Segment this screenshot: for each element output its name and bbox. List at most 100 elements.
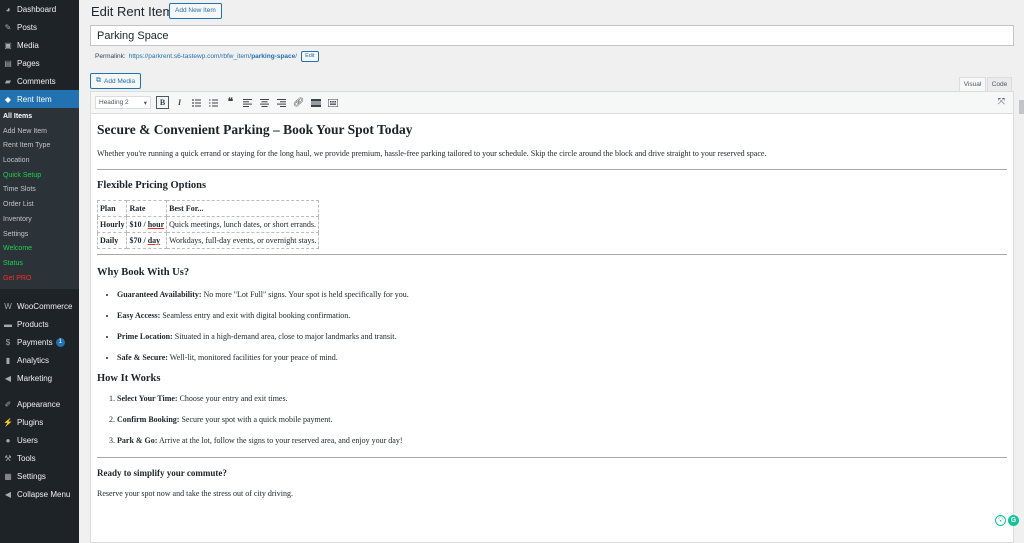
lightbulb-icon[interactable]: 💡︎: [995, 515, 1006, 526]
page-scrollbar[interactable]: [1019, 100, 1024, 114]
fullscreen-button[interactable]: ⤧: [998, 96, 1005, 107]
sidebar-commerce-group: W WooCommerce ▬ Products $ Payments 1 ▮ Analytic…: [0, 297, 79, 387]
sidebar-item-marketing[interactable]: ◀ Marketing: [0, 369, 79, 387]
bold-button[interactable]: B: [156, 96, 169, 109]
post-title-input[interactable]: [90, 25, 1014, 46]
comments-icon: ▰: [4, 76, 12, 86]
doc-heading-ready: Ready to simplify your commute?: [97, 468, 227, 478]
link-icon: 🔗︎: [292, 97, 305, 107]
sidebar-item-label: Plugins: [17, 417, 44, 427]
doc-divider: [97, 254, 1007, 255]
rate-cell: $10 / hour: [126, 216, 168, 233]
sidebar-item-label: Dashboard: [17, 4, 57, 14]
sidebar-item-products[interactable]: ▬ Products: [0, 315, 79, 333]
table-header-row: Plan Rate Best For...: [96, 200, 320, 217]
list-item-text: Secure your spot with a quick mobile pay…: [179, 415, 333, 424]
insert-link-button[interactable]: 🔗︎: [292, 96, 305, 109]
submenu-item-status[interactable]: Status: [0, 257, 79, 272]
toolbar-toggle-button[interactable]: [326, 96, 339, 109]
tab-code[interactable]: Code: [987, 77, 1012, 91]
list-item: Park & Go: Arrive at the lot, follow the…: [117, 437, 1007, 445]
submenu-item-inventory[interactable]: Inventory: [0, 213, 79, 228]
doc-ready-text: Reserve your spot now and take the stres…: [97, 489, 293, 498]
sidebar-item-comments[interactable]: ▰ Comments: [0, 72, 79, 90]
align-right-button[interactable]: [275, 96, 288, 109]
sidebar-item-tools[interactable]: ⚒ Tools: [0, 449, 79, 467]
sidebar-item-posts[interactable]: ✎ Posts: [0, 18, 79, 36]
chevron-down-icon: ▾: [143, 99, 147, 107]
list-item-title: Park & Go:: [117, 436, 158, 445]
list-item-text: No more "Lot Full" signs. Your spot is h…: [201, 290, 409, 299]
align-left-button[interactable]: [241, 96, 254, 109]
sidebar-item-collapse-menu[interactable]: ◀ Collapse Menu: [0, 485, 79, 503]
submenu-item-get-pro[interactable]: Get PRO: [0, 272, 79, 287]
permalink-slug: parking-space: [251, 53, 296, 60]
sidebar-item-label: Marketing: [17, 373, 53, 383]
sidebar-item-dashboard[interactable]: ◕ Dashboard: [0, 0, 79, 18]
submenu-item-order-list[interactable]: Order List: [0, 198, 79, 213]
sidebar-item-payments[interactable]: $ Payments 1: [0, 333, 79, 351]
media-icon: ▣: [4, 40, 12, 50]
list-item-title: Guaranteed Availability:: [117, 290, 202, 299]
format-select[interactable]: Heading 2 ▾: [95, 96, 151, 109]
users-icon: ●: [5, 435, 11, 445]
tab-visual[interactable]: Visual: [959, 77, 986, 91]
submenu-item-time-slots[interactable]: Time Slots: [0, 183, 79, 198]
sidebar-item-analytics[interactable]: ▮ Analytics: [0, 351, 79, 369]
tag-icon: ◆: [4, 94, 12, 104]
sidebar-item-appearance[interactable]: ✐ Appearance: [0, 395, 79, 413]
why-list: Guaranteed Availability: No more "Lot Fu…: [117, 291, 1007, 362]
settings-icon: ▦: [4, 471, 12, 481]
pricing-table: Plan Rate Best For... Hourly $10 / hour Quic…: [96, 200, 320, 249]
list-item: Safe & Secure: Well-lit, monitored facil…: [117, 354, 1007, 362]
sidebar-item-pages[interactable]: ▤ Pages: [0, 54, 79, 72]
sidebar-item-label: Users: [17, 435, 38, 445]
sidebar-item-settings[interactable]: ▦ Settings: [0, 467, 79, 485]
permalink-base: https://parkrent.s6-tastewp.com/rbfw_ite…: [128, 53, 252, 60]
blockquote-button[interactable]: ❝: [224, 96, 237, 109]
numbered-list-button[interactable]: [207, 96, 220, 109]
add-new-item-button[interactable]: Add New Item: [169, 3, 222, 19]
read-more-icon: [310, 98, 321, 107]
list-item-text: Arrive at the lot, follow the signs to y…: [157, 436, 403, 445]
submenu-item-settings[interactable]: Settings: [0, 228, 79, 243]
sidebar-item-woocommerce[interactable]: W WooCommerce: [0, 297, 79, 315]
sidebar-item-plugins[interactable]: ⚡ Plugins: [0, 413, 79, 431]
tools-icon: ⚒: [4, 453, 12, 463]
collapse-icon: ◀: [4, 489, 12, 499]
italic-button[interactable]: I: [173, 96, 186, 109]
submenu-item-welcome[interactable]: Welcome: [0, 242, 79, 257]
rate-cell: $70 / day: [126, 232, 168, 249]
sidebar-item-rent-item[interactable]: ◆ Rent Item: [0, 90, 79, 108]
list-item-title: Safe & Secure:: [117, 353, 168, 362]
sidebar-item-label: Analytics: [17, 355, 50, 365]
permalink-link[interactable]: https://parkrent.s6-tastewp.com/rbfw_ite…: [129, 53, 297, 60]
sidebar-item-users[interactable]: ● Users: [0, 431, 79, 449]
submenu-item-all-items[interactable]: All Items: [0, 110, 79, 125]
add-media-label: Add Media: [104, 77, 136, 85]
list-item: Select Your Time: Choose your entry and …: [117, 395, 1007, 403]
sidebar-item-label: Pages: [17, 58, 40, 68]
align-center-button[interactable]: [258, 96, 271, 109]
submenu-item-location[interactable]: Location: [0, 154, 79, 169]
add-media-button[interactable]: ⧉ Add Media: [90, 73, 142, 89]
content-editor[interactable]: Heading 2 ▾ B I ❝ 🔗︎ ⤧ Secure & Convenie…: [90, 91, 1019, 543]
list-item-text: Well-lit, monitored facilities for your …: [167, 353, 338, 362]
grammarly-icon[interactable]: G: [1008, 515, 1019, 526]
list-item: Prime Location: Situated in a high-deman…: [117, 333, 1007, 341]
expand-icon: ⤧: [997, 96, 1005, 106]
insert-more-button[interactable]: [309, 96, 322, 109]
edit-permalink-button[interactable]: Edit: [301, 51, 319, 62]
submenu-item-quick-setup[interactable]: Quick Setup: [0, 169, 79, 184]
sidebar-item-label: Posts: [17, 22, 38, 32]
sidebar-item-label: Media: [17, 40, 39, 50]
sidebar-item-label: Settings: [17, 471, 46, 481]
bullet-list-button[interactable]: [190, 96, 203, 109]
editor-document[interactable]: Secure & Convenient Parking – Book Your …: [96, 122, 1007, 499]
doc-heading-main: Secure & Convenient Parking – Book Your …: [97, 122, 413, 137]
grammarly-widget[interactable]: 💡︎ G: [995, 515, 1019, 526]
sidebar-item-media[interactable]: ▣ Media: [0, 36, 79, 54]
doc-divider: [97, 457, 1007, 458]
submenu-item-add-new-item[interactable]: Add New Item: [0, 125, 79, 140]
submenu-item-rent-item-type[interactable]: Rent Item Type: [0, 139, 79, 154]
